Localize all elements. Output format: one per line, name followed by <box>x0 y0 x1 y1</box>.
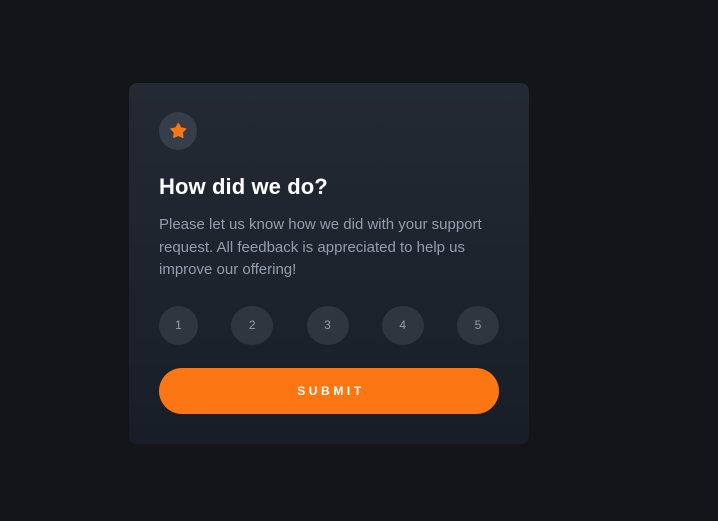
rating-button-5[interactable]: 5 <box>457 305 499 345</box>
star-icon-badge <box>159 112 197 150</box>
rating-button-4[interactable]: 4 <box>381 305 424 345</box>
rating-button-3[interactable]: 3 <box>306 305 349 345</box>
submit-button[interactable]: SUBMIT <box>159 367 499 414</box>
rating-button-1[interactable]: 1 <box>159 305 198 345</box>
card-title: How did we do? <box>159 174 328 199</box>
star-icon <box>169 123 186 139</box>
rating-card: How did we do? Please let us know how we… <box>129 83 529 444</box>
card-description: Please let us know how we did with your … <box>159 216 482 278</box>
rating-button-2[interactable]: 2 <box>231 305 274 345</box>
rating-options: 1 2 3 4 5 <box>159 305 499 345</box>
